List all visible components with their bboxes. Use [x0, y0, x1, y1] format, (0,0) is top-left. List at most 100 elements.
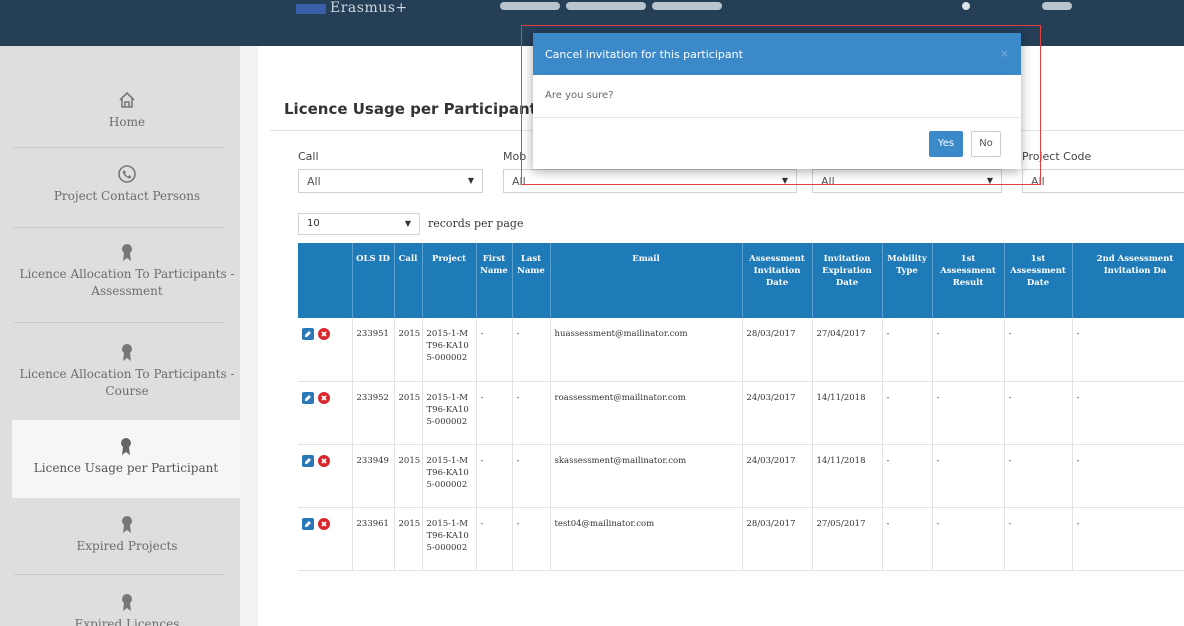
column-header[interactable]: Call — [394, 243, 423, 318]
header-language-pill[interactable] — [500, 2, 560, 10]
assessment-date-cell: - — [1004, 318, 1073, 382]
sidebar-item-licence-allocation-assessment[interactable]: Licence Allocation To Participants - Ass… — [14, 242, 240, 300]
sidebar-item-label: Licence Allocation To Participants - Ass… — [19, 267, 235, 298]
second-invitation-cell: - — [1072, 507, 1184, 571]
column-header — [298, 243, 353, 318]
assessment-result-cell: - — [932, 444, 1005, 508]
cancel-icon[interactable] — [318, 454, 330, 467]
sidebar-item-licence-allocation-course[interactable]: Licence Allocation To Participants - Cou… — [14, 342, 240, 400]
first-name-cell: - — [476, 507, 513, 571]
project-cell: 2015-1-MT96-KA105-000002 — [422, 318, 477, 382]
column-header[interactable]: 2nd Assessment Invitation Da — [1072, 243, 1184, 318]
chevron-down-icon: ▼ — [467, 176, 474, 185]
edit-icon[interactable] — [302, 517, 314, 530]
table-row: 233961 2015 2015-1-MT96-KA105-000002 - -… — [298, 507, 1184, 571]
cancel-icon[interactable] — [318, 391, 330, 404]
assessment-result-cell: - — [932, 507, 1005, 571]
table-header-row: OLS ID Call Project First Name Last Name… — [298, 243, 1184, 318]
sidebar-item-label: Project Contact Persons — [53, 189, 201, 203]
call-filter-select[interactable]: All ▼ — [298, 169, 483, 193]
project-cell: 2015-1-MT96-KA105-000002 — [422, 381, 477, 445]
email-cell: huassessment@mailinator.com — [550, 318, 743, 382]
column-header[interactable]: First Name — [476, 243, 513, 318]
yes-button[interactable]: Yes — [929, 131, 963, 157]
close-icon[interactable]: × — [1000, 47, 1009, 60]
edit-icon[interactable] — [302, 391, 314, 404]
column-header[interactable]: OLS ID — [352, 243, 395, 318]
brand-name: Erasmus+ — [330, 0, 408, 16]
phone-icon — [118, 165, 136, 183]
licence-usage-table: OLS ID Call Project First Name Last Name… — [298, 243, 1184, 571]
header-menu-pill[interactable] — [1042, 2, 1072, 10]
cancel-invitation-dialog: Cancel invitation for this participant ×… — [533, 33, 1021, 169]
ols-id-cell: 233952 — [352, 381, 395, 445]
sidebar-divider — [14, 147, 224, 148]
row-actions — [298, 318, 353, 382]
sidebar-item-label: Expired Licences — [74, 617, 180, 626]
expiration-date-cell: 27/04/2017 — [812, 318, 883, 382]
dialog-message: Are you sure? — [545, 90, 614, 101]
second-invitation-cell: - — [1072, 444, 1184, 508]
assessment-date-cell: - — [1004, 507, 1073, 571]
page-title: Licence Usage per Participant — [284, 100, 537, 118]
column-header[interactable]: Assessment Invitation Date — [742, 243, 813, 318]
assessment-result-cell: - — [932, 318, 1005, 382]
call-cell: 2015 — [394, 507, 423, 571]
assessment-date-cell: - — [1004, 381, 1073, 445]
award-icon — [122, 344, 132, 361]
ols-id-cell: 233951 — [352, 318, 395, 382]
sidebar-item-label: Licence Usage per Participant — [33, 461, 219, 475]
email-cell: test04@mailinator.com — [550, 507, 743, 571]
header-language-pill[interactable] — [652, 2, 722, 10]
cancel-icon[interactable] — [318, 328, 330, 340]
project-cell: 2015-1-MT96-KA105-000002 — [422, 444, 477, 508]
edit-icon[interactable] — [302, 454, 314, 467]
column-header[interactable]: 1st Assessment Date — [1004, 243, 1073, 318]
column-header[interactable]: Last Name — [512, 243, 551, 318]
invitation-date-cell: 28/03/2017 — [742, 318, 813, 382]
award-icon — [122, 594, 132, 611]
header-user-icon[interactable] — [962, 2, 970, 10]
call-cell: 2015 — [394, 318, 423, 382]
second-invitation-cell: - — [1072, 318, 1184, 382]
sidebar-item-expired-licences[interactable]: Expired Licences — [14, 592, 240, 626]
second-invitation-cell: - — [1072, 381, 1184, 445]
ols-id-cell: 233961 — [352, 507, 395, 571]
invitation-date-cell: 28/03/2017 — [742, 507, 813, 571]
sidebar-item-expired-projects[interactable]: Expired Projects — [14, 514, 240, 555]
records-per-page-value: 10 — [307, 218, 320, 229]
row-actions — [298, 444, 353, 508]
cancel-icon[interactable] — [318, 517, 330, 530]
sidebar-item-label: Licence Allocation To Participants - Cou… — [19, 367, 235, 398]
header-language-pill[interactable] — [566, 2, 646, 10]
last-name-cell: - — [512, 381, 551, 445]
sidebar-item-label: Expired Projects — [76, 539, 178, 553]
column-header[interactable]: Email — [550, 243, 743, 318]
invitation-date-cell: 24/03/2017 — [742, 444, 813, 508]
column-header[interactable]: Project — [422, 243, 477, 318]
project-code-filter-select[interactable]: All — [1022, 169, 1184, 193]
dialog-divider — [533, 117, 1021, 118]
email-cell: skassessment@mailinator.com — [550, 444, 743, 508]
sidebar-item-licence-usage-per-participant[interactable]: Licence Usage per Participant — [12, 420, 240, 498]
assessment-result-cell: - — [932, 381, 1005, 445]
award-icon — [122, 516, 132, 533]
home-icon — [119, 91, 135, 108]
no-button[interactable]: No — [971, 131, 1001, 157]
chevron-down-icon: ▼ — [404, 219, 411, 228]
award-icon — [122, 244, 132, 261]
sidebar-item-home[interactable]: Home — [14, 90, 240, 131]
assessment-date-cell: - — [1004, 444, 1073, 508]
row-actions — [298, 381, 353, 445]
call-cell: 2015 — [394, 444, 423, 508]
row-actions — [298, 507, 353, 571]
column-header[interactable]: Mobility Type — [882, 243, 933, 318]
column-header[interactable]: Invitation Expiration Date — [812, 243, 883, 318]
edit-icon[interactable] — [302, 328, 314, 340]
last-name-cell: - — [512, 444, 551, 508]
records-per-page-select[interactable]: 10 ▼ — [298, 213, 420, 235]
column-header[interactable]: 1st Assessment Result — [932, 243, 1005, 318]
sidebar-item-project-contact-persons[interactable]: Project Contact Persons — [14, 164, 240, 205]
invitation-date-cell: 24/03/2017 — [742, 381, 813, 445]
table-row: 233952 2015 2015-1-MT96-KA105-000002 - -… — [298, 381, 1184, 445]
